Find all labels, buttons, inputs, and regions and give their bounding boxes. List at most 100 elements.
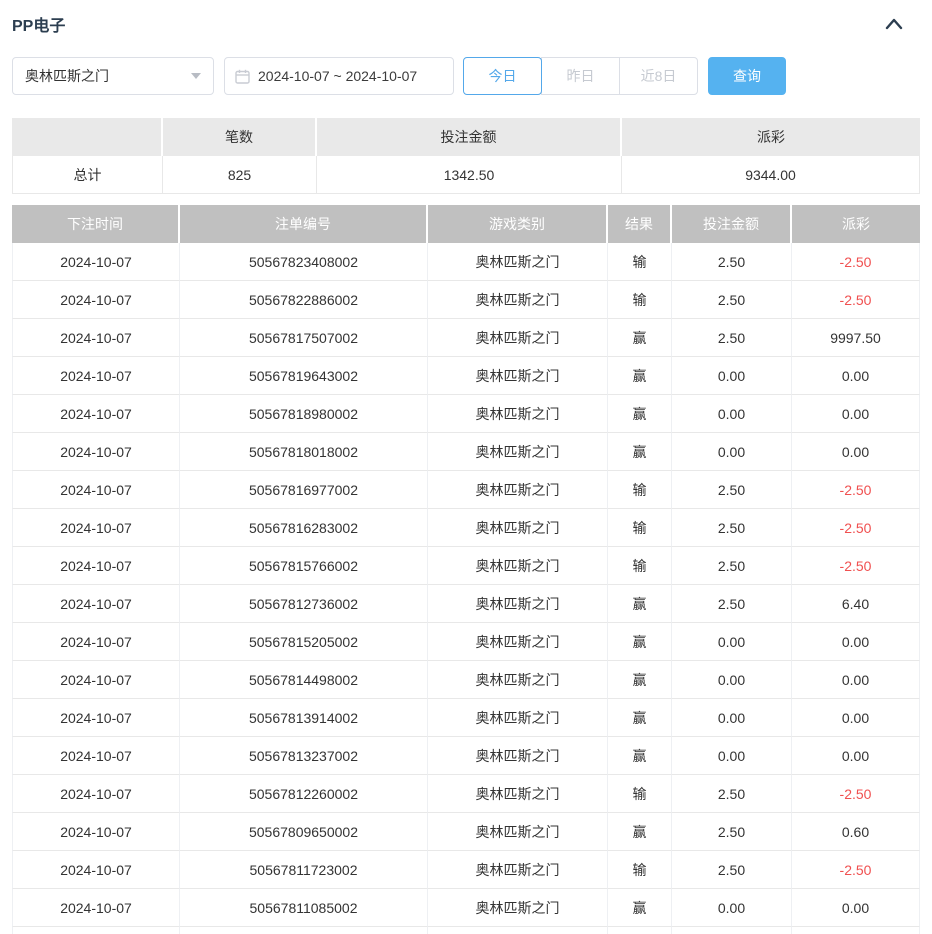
- table-row: 2024-10-07 50567813914002 奥林匹斯之门 赢 0.00 …: [12, 699, 920, 737]
- date-range-value: 2024-10-07 ~ 2024-10-07: [258, 68, 417, 84]
- cell-bet-id: 50567809650002: [180, 813, 428, 851]
- summary-total-label: 总计: [12, 156, 163, 194]
- summary-total-count: 825: [163, 156, 317, 194]
- cell-game-type: 奥林匹斯之门: [428, 547, 608, 585]
- cell-payout: 0.00: [792, 357, 920, 395]
- cell-bet-time: 2024-10-07: [12, 281, 180, 319]
- cell-bet-id: 50567815205002: [180, 623, 428, 661]
- cell-bet-id: 50567813237002: [180, 737, 428, 775]
- cell-result: 赢: [608, 813, 672, 851]
- summary-header-empty: [12, 118, 163, 156]
- cell-bet-amount: 2.50: [672, 813, 792, 851]
- cell-bet-id: 50567815766002: [180, 547, 428, 585]
- cell-bet-amount: 0.00: [672, 395, 792, 433]
- cell-bet-time: 2024-10-07: [12, 661, 180, 699]
- cell-bet-id: [180, 927, 428, 934]
- cell-bet-id: 50567817507002: [180, 319, 428, 357]
- cell-payout: -2.50: [792, 775, 920, 813]
- header-result: 结果: [608, 205, 672, 243]
- table-row: 2024-10-07 50567818980002 奥林匹斯之门 赢 0.00 …: [12, 395, 920, 433]
- table-row: 2024-10-07 50567815205002 奥林匹斯之门 赢 0.00 …: [12, 623, 920, 661]
- cell-result: 赢: [608, 433, 672, 471]
- chevron-up-icon: [884, 17, 904, 31]
- cell-result: 输: [608, 243, 672, 281]
- summary-table: 笔数 投注金额 派彩 总计 825 1342.50 9344.00: [12, 118, 920, 194]
- cell-result: 赢: [608, 357, 672, 395]
- cell-payout: 0.00: [792, 623, 920, 661]
- game-select[interactable]: 奥林匹斯之门: [12, 57, 214, 95]
- cell-payout: 9997.50: [792, 319, 920, 357]
- cell-bet-time: 2024-10-07: [12, 813, 180, 851]
- yesterday-button[interactable]: 昨日: [541, 57, 620, 95]
- cell-result: 赢: [608, 661, 672, 699]
- cell-bet-amount: 0.00: [672, 433, 792, 471]
- cell-payout: 0.00: [792, 433, 920, 471]
- caret-down-icon: [191, 73, 201, 79]
- summary-header-payout: 派彩: [622, 118, 920, 156]
- cell-result: 输: [608, 471, 672, 509]
- header-payout: 派彩: [792, 205, 920, 243]
- cell-payout: 0.00: [792, 661, 920, 699]
- cell-bet-id: 50567811723002: [180, 851, 428, 889]
- cell-bet-amount: 0.00: [672, 737, 792, 775]
- header-bet-id: 注单编号: [180, 205, 428, 243]
- cell-bet-id: 50567812260002: [180, 775, 428, 813]
- cell-game-type: 奥林匹斯之门: [428, 851, 608, 889]
- cell-payout: -2.50: [792, 281, 920, 319]
- cell-result: [608, 927, 672, 934]
- cell-result: 赢: [608, 319, 672, 357]
- cell-bet-time: 2024-10-07: [12, 509, 180, 547]
- cell-bet-amount: [672, 927, 792, 934]
- cell-game-type: 奥林匹斯之门: [428, 775, 608, 813]
- summary-header-bet-amount: 投注金额: [317, 118, 622, 156]
- cell-payout: 0.00: [792, 699, 920, 737]
- cell-payout: -2.50: [792, 243, 920, 281]
- last-8-days-button[interactable]: 近8日: [619, 57, 698, 95]
- cell-bet-amount: 2.50: [672, 243, 792, 281]
- game-select-value: 奥林匹斯之门: [25, 66, 109, 86]
- cell-game-type: 奥林匹斯之门: [428, 433, 608, 471]
- table-row: 2024-10-07 50567811723002 奥林匹斯之门 输 2.50 …: [12, 851, 920, 889]
- table-row: 2024-10-07 50567819643002 奥林匹斯之门 赢 0.00 …: [12, 357, 920, 395]
- cell-result: 赢: [608, 889, 672, 927]
- cell-bet-id: 50567818018002: [180, 433, 428, 471]
- cell-game-type: 奥林匹斯之门: [428, 243, 608, 281]
- cell-bet-time: 2024-10-07: [12, 243, 180, 281]
- filter-bar: 奥林匹斯之门 2024-10-07 ~ 2024-10-07 今日 昨日 近8日…: [12, 56, 920, 96]
- cell-game-type: 奥林匹斯之门: [428, 813, 608, 851]
- pp-dianzi-panel: PP电子 奥林匹斯之门 2024-10-07 ~ 2: [0, 0, 932, 934]
- collapse-button[interactable]: [882, 12, 906, 36]
- cell-game-type: 奥林匹斯之门: [428, 395, 608, 433]
- cell-result: 赢: [608, 699, 672, 737]
- cell-game-type: 奥林匹斯之门: [428, 623, 608, 661]
- cell-result: 输: [608, 281, 672, 319]
- cell-game-type: 奥林匹斯之门: [428, 661, 608, 699]
- today-button[interactable]: 今日: [463, 57, 542, 95]
- cell-payout: -2.50: [792, 471, 920, 509]
- cell-bet-amount: 2.50: [672, 471, 792, 509]
- cell-bet-amount: 2.50: [672, 851, 792, 889]
- cell-payout: 0.00: [792, 889, 920, 927]
- cell-bet-time: 2024-10-07: [12, 547, 180, 585]
- table-row: 2024-10-07 50567809650002 奥林匹斯之门 赢 2.50 …: [12, 813, 920, 851]
- table-row: 2024-10-07 50567813237002 奥林匹斯之门 赢 0.00 …: [12, 737, 920, 775]
- summary-total-bet-amount: 1342.50: [317, 156, 622, 194]
- date-range-input[interactable]: 2024-10-07 ~ 2024-10-07: [224, 57, 454, 95]
- cell-result: 赢: [608, 585, 672, 623]
- cell-bet-amount: 0.00: [672, 623, 792, 661]
- cell-bet-time: 2024-10-07: [12, 471, 180, 509]
- query-button[interactable]: 查询: [708, 57, 786, 95]
- cell-game-type: [428, 927, 608, 934]
- cell-result: 输: [608, 547, 672, 585]
- cell-bet-time: 2024-10-07: [12, 737, 180, 775]
- cell-result: 赢: [608, 737, 672, 775]
- cell-bet-id: 50567811085002: [180, 889, 428, 927]
- table-row: 2024-10-07 50567816283002 奥林匹斯之门 输 2.50 …: [12, 509, 920, 547]
- cell-payout: 0.00: [792, 395, 920, 433]
- table-row: 2024-10-07 50567811085002 奥林匹斯之门 赢 0.00 …: [12, 889, 920, 927]
- cell-bet-amount: 2.50: [672, 281, 792, 319]
- cell-game-type: 奥林匹斯之门: [428, 737, 608, 775]
- cell-bet-id: 50567823408002: [180, 243, 428, 281]
- cell-bet-time: 2024-10-07: [12, 775, 180, 813]
- cell-bet-id: 50567814498002: [180, 661, 428, 699]
